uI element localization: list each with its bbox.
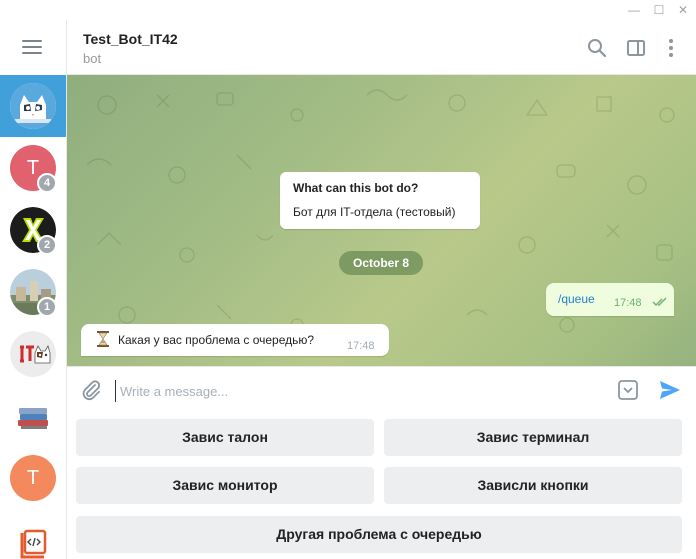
- incoming-message[interactable]: Какая у вас проблема с очередью? 17:48: [81, 324, 389, 356]
- letter-avatar: T: [10, 455, 56, 501]
- chat-item-t-2[interactable]: T: [0, 447, 66, 509]
- outgoing-message[interactable]: /queue 17:48: [546, 283, 674, 316]
- hamburger-icon[interactable]: [22, 40, 42, 54]
- keyboard-button-monitor-stuck[interactable]: Завис монитор: [76, 467, 374, 504]
- chat-item-it-cat[interactable]: [0, 323, 66, 385]
- bot-keyboard: Завис талон Завис терминал Завис монитор…: [67, 412, 696, 559]
- minimize-button[interactable]: —: [626, 2, 642, 18]
- it-cat-icon: [10, 331, 56, 377]
- chat-header: Test_Bot_IT42 bot: [67, 20, 696, 75]
- message-text: Какая у вас проблема с очередью?: [118, 333, 315, 347]
- keyboard-button-terminal-stuck[interactable]: Завис терминал: [384, 419, 682, 456]
- chat-title[interactable]: Test_Bot_IT42: [83, 31, 178, 47]
- message-composer: [67, 366, 696, 412]
- unread-badge: 1: [37, 297, 57, 317]
- chat-item-bot[interactable]: [0, 75, 66, 137]
- date-separator: October 8: [339, 251, 423, 275]
- chat-item-photo[interactable]: 1: [0, 261, 66, 323]
- hourglass-icon: [97, 331, 109, 347]
- keyboard-button-other-problem[interactable]: Другая проблема с очередью: [76, 516, 682, 553]
- code-icon: [10, 517, 56, 559]
- command-link[interactable]: /queue: [558, 292, 595, 306]
- bot-info-card: What can this bot do? Бот для IT-отдела …: [280, 172, 480, 229]
- chat-status: bot: [83, 51, 102, 66]
- bot-info-text: Бот для IT-отдела (тестовый): [293, 205, 456, 219]
- cat-icon: [10, 83, 56, 129]
- maximize-button[interactable]: ☐: [651, 2, 667, 18]
- chat-item-code[interactable]: [0, 509, 66, 559]
- close-button[interactable]: ✕: [675, 2, 691, 18]
- attach-icon[interactable]: [80, 379, 102, 401]
- message-time: 17:48: [614, 297, 642, 309]
- chat-history[interactable]: What can this bot do? Бот для IT-отдела …: [67, 75, 696, 366]
- telegram-window: — ☐ ✕ T 4 2 1 T Test_Bot_IT42 bot What c…: [0, 0, 696, 559]
- message-input[interactable]: [115, 380, 595, 402]
- chat-item-x[interactable]: 2: [0, 199, 66, 261]
- unread-badge: 2: [37, 235, 57, 255]
- keyboard-button-ticket-stuck[interactable]: Завис талон: [76, 419, 374, 456]
- sidebar-toggle-icon[interactable]: [624, 36, 648, 60]
- window-titlebar: — ☐ ✕: [0, 0, 696, 20]
- chat-item-t-1[interactable]: T 4: [0, 137, 66, 199]
- search-icon[interactable]: [585, 36, 609, 60]
- more-icon[interactable]: [659, 36, 683, 60]
- chat-list-sidebar: T 4 2 1 T: [0, 20, 67, 559]
- send-icon[interactable]: [658, 379, 682, 401]
- message-time: 17:48: [347, 340, 375, 352]
- unread-badge: 4: [37, 173, 57, 193]
- chat-item-books[interactable]: [0, 385, 66, 447]
- books-icon: [10, 393, 56, 439]
- bot-info-title: What can this bot do?: [293, 181, 419, 195]
- keyboard-button-buttons-stuck[interactable]: Зависли кнопки: [384, 467, 682, 504]
- keyboard-toggle-icon[interactable]: [617, 379, 639, 401]
- double-check-icon: [652, 297, 667, 306]
